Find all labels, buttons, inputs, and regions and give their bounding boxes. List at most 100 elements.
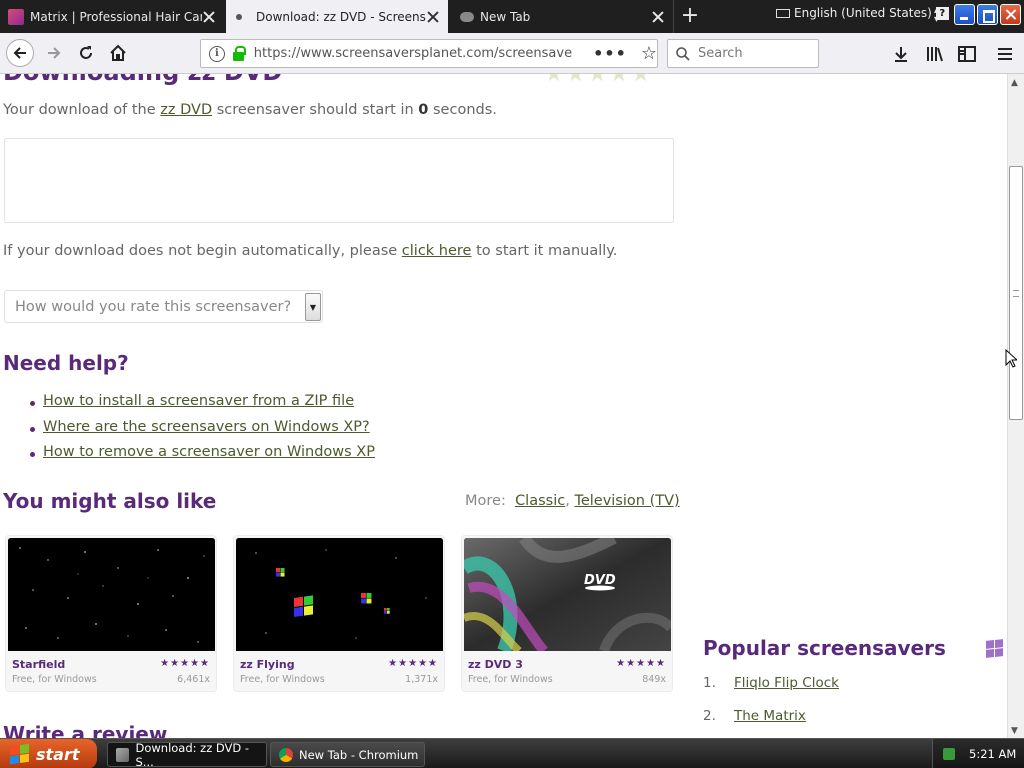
language-bar-options-icon[interactable]: ▴ ▾: [934, 6, 939, 25]
bookmark-star-icon[interactable]: ☆: [641, 43, 657, 64]
start-button[interactable]: start: [0, 739, 97, 768]
rating-select[interactable]: How would you rate this screensaver? ▼: [4, 290, 323, 323]
zz-flying-thumbnail[interactable]: [236, 538, 443, 651]
card-subtitle: Free, for Windows: [12, 674, 97, 685]
loading-dot-icon: [236, 13, 242, 20]
scroll-down-arrow-icon[interactable]: ▼: [1011, 726, 1018, 736]
card-subtitle: Free, for Windows: [240, 674, 325, 685]
card-download-count: 6,461x: [177, 674, 210, 685]
reload-icon: [80, 46, 92, 59]
popular-list: 1. Fliqlo Flip Clock 2. The Matrix: [703, 675, 839, 738]
forward-arrow-icon: [48, 47, 61, 59]
taskbar-item-label: Download: zz DVD - S...: [135, 740, 250, 768]
new-tab-button[interactable]: +: [680, 5, 700, 27]
hamburger-menu-icon: [998, 48, 1012, 60]
help-link-install-zip[interactable]: How to install a screensaver from a ZIP …: [43, 393, 354, 409]
library-button[interactable]: [924, 43, 946, 65]
write-review-heading: Write a review: [3, 722, 168, 738]
screensaver-card-starfield[interactable]: Starfield ★★★★★ Free, for Windows 6,461x: [5, 535, 217, 692]
card-rating-stars: ★★★★★: [388, 658, 438, 669]
screensaver-card-zz-dvd-3[interactable]: DVD zz DVD 3 ★★★★★ Free, for Windows 849…: [461, 535, 673, 692]
restore-button[interactable]: [977, 4, 998, 25]
network-icon[interactable]: [943, 748, 955, 760]
close-tab-icon[interactable]: [651, 10, 665, 24]
rating-select-value: How would you rate this screensaver?: [15, 298, 292, 315]
taskbar-item-label: New Tab - Chromium: [299, 747, 419, 762]
starfield-image: [8, 538, 215, 651]
flying-windows-image: [236, 538, 443, 651]
taskbar-item-firefox[interactable]: Download: zz DVD - S...: [107, 740, 267, 768]
card-title[interactable]: zz Flying: [240, 658, 295, 671]
navigation-toolbar: i https://www.screensaversplanet.com/scr…: [0, 33, 1024, 74]
dvd-logo-image: DVD: [464, 538, 671, 651]
category-link-television[interactable]: Television (TV): [574, 493, 679, 509]
address-bar[interactable]: i https://www.screensaversplanet.com/scr…: [200, 39, 658, 68]
you-might-also-like-heading: You might also like: [3, 489, 217, 513]
screensaver-card-zz-flying[interactable]: zz Flying ★★★★★ Free, for Windows 1,371x: [233, 535, 445, 692]
tab-title: New Tab: [480, 9, 531, 24]
card-download-count: 1,371x: [405, 674, 438, 685]
zz-dvd-3-thumbnail[interactable]: DVD: [464, 538, 671, 651]
close-tab-icon[interactable]: [202, 10, 216, 24]
forward-button[interactable]: [40, 39, 68, 67]
tab-matrix[interactable]: Matrix | Professional Hair Care & S: [0, 0, 224, 33]
back-arrow-icon: [13, 47, 26, 59]
card-download-count: 849x: [642, 674, 666, 685]
close-tab-icon[interactable]: [426, 10, 440, 24]
download-status-text: Your download of the zz DVD screensaver …: [3, 102, 497, 118]
help-link-location-xp[interactable]: Where are the screensavers on Windows XP…: [43, 419, 370, 435]
help-links-list: How to install a screensaver from a ZIP …: [28, 393, 375, 470]
card-title[interactable]: Starfield: [12, 658, 65, 671]
list-item: How to install a screensaver from a ZIP …: [28, 393, 375, 419]
countdown-value: 0: [418, 102, 429, 118]
help-link-remove-xp[interactable]: How to remove a screensaver on Windows X…: [43, 444, 375, 460]
page-actions-icon[interactable]: •••: [593, 44, 627, 63]
tab-download-zz-dvd[interactable]: Download: zz DVD - Screensavers: [226, 0, 448, 33]
site-info-icon[interactable]: i: [209, 45, 225, 62]
tab-bar: Matrix | Professional Hair Care & S Down…: [0, 0, 1024, 33]
card-title[interactable]: zz DVD 3: [468, 658, 523, 671]
card-rating-stars: ★★★★★: [160, 658, 210, 669]
mouse-cursor-icon: [1005, 349, 1017, 368]
popular-link-matrix[interactable]: The Matrix: [734, 708, 806, 738]
url-text[interactable]: https://www.screensaversplanet.com/scree…: [254, 46, 573, 61]
chevron-down-icon[interactable]: ▼: [305, 293, 321, 321]
reload-button[interactable]: [72, 39, 100, 67]
language-indicator[interactable]: English (United States) ?: [776, 6, 949, 20]
firefox-icon: [116, 747, 130, 762]
back-button[interactable]: [6, 39, 34, 67]
downloads-button[interactable]: [890, 43, 912, 65]
search-bar[interactable]: Search: [667, 39, 819, 68]
starfield-thumbnail[interactable]: [8, 538, 215, 651]
matrix-favicon-icon: [8, 8, 24, 25]
screensaver-link[interactable]: zz DVD: [160, 102, 212, 118]
popular-link-fliqlo[interactable]: Fliqlo Flip Clock: [734, 675, 839, 708]
library-icon: [927, 47, 943, 62]
start-label: start: [36, 744, 80, 764]
menu-button[interactable]: [994, 43, 1016, 65]
minimize-button[interactable]: [954, 4, 975, 25]
sidebar-button[interactable]: [956, 43, 978, 65]
list-item: 2. The Matrix: [703, 708, 839, 738]
close-window-button[interactable]: [1000, 4, 1021, 25]
card-subtitle: Free, for Windows: [468, 674, 553, 685]
list-item: 1. Fliqlo Flip Clock: [703, 675, 839, 708]
clock[interactable]: 5:21 AM: [969, 747, 1016, 761]
new-tab-favicon-icon: [460, 11, 474, 22]
windows-logo-icon: [986, 639, 1003, 658]
home-icon: [110, 44, 126, 61]
scroll-up-arrow-icon[interactable]: ▲: [1011, 78, 1018, 88]
ad-placeholder-box: [4, 138, 674, 223]
home-button[interactable]: [104, 39, 132, 67]
list-number: 2.: [703, 708, 716, 724]
tab-new-tab[interactable]: New Tab: [452, 0, 674, 33]
taskbar: start Download: zz DVD - S... New Tab - …: [0, 738, 1024, 768]
rating-stars[interactable]: ★★★★★: [544, 74, 653, 87]
category-link-classic[interactable]: Classic: [515, 493, 565, 509]
vertical-scrollbar[interactable]: ▲ ▼: [1007, 74, 1024, 738]
more-categories: More: Classic, Television (TV): [465, 493, 680, 509]
scrollbar-thumb[interactable]: [1009, 166, 1023, 420]
taskbar-item-chromium[interactable]: New Tab - Chromium: [270, 742, 425, 767]
click-here-link[interactable]: click here: [402, 243, 472, 259]
page-title: Downloading zz DVD: [3, 74, 282, 86]
